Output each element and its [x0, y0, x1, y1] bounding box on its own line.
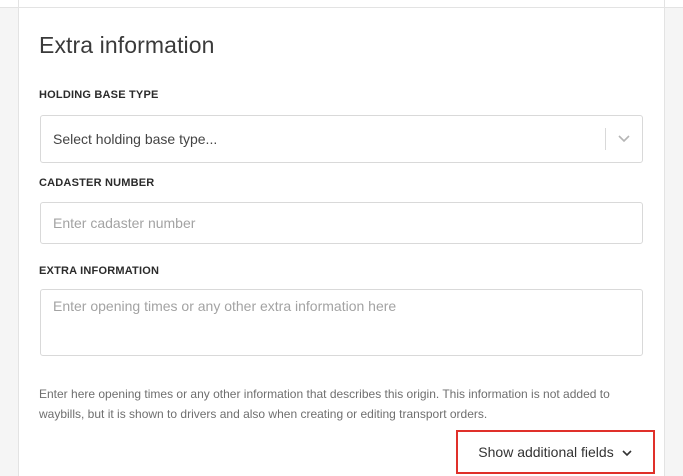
- cadaster-number-label: CADASTER NUMBER: [39, 177, 155, 189]
- section-title: Extra information: [39, 32, 215, 58]
- show-additional-fields-label: Show additional fields: [478, 444, 614, 460]
- chevron-down-icon: [622, 450, 632, 457]
- select-separator: [605, 128, 606, 150]
- holding-base-type-select[interactable]: Select holding base type...: [40, 115, 643, 163]
- cadaster-number-input[interactable]: [40, 202, 643, 244]
- show-additional-fields-button[interactable]: Show additional fields: [456, 430, 655, 474]
- extra-information-help-text: Enter here opening times or any other in…: [39, 387, 610, 421]
- extra-information-label: EXTRA INFORMATION: [39, 265, 160, 277]
- holding-base-type-placeholder: Select holding base type...: [53, 131, 218, 147]
- holding-base-type-label: HOLDING BASE TYPE: [39, 89, 159, 101]
- extra-information-textarea[interactable]: [40, 289, 643, 356]
- extra-information-card: Extra information HOLDING BASE TYPE Sele…: [18, 8, 665, 476]
- chevron-down-icon[interactable]: [616, 130, 632, 146]
- top-border: [0, 0, 683, 8]
